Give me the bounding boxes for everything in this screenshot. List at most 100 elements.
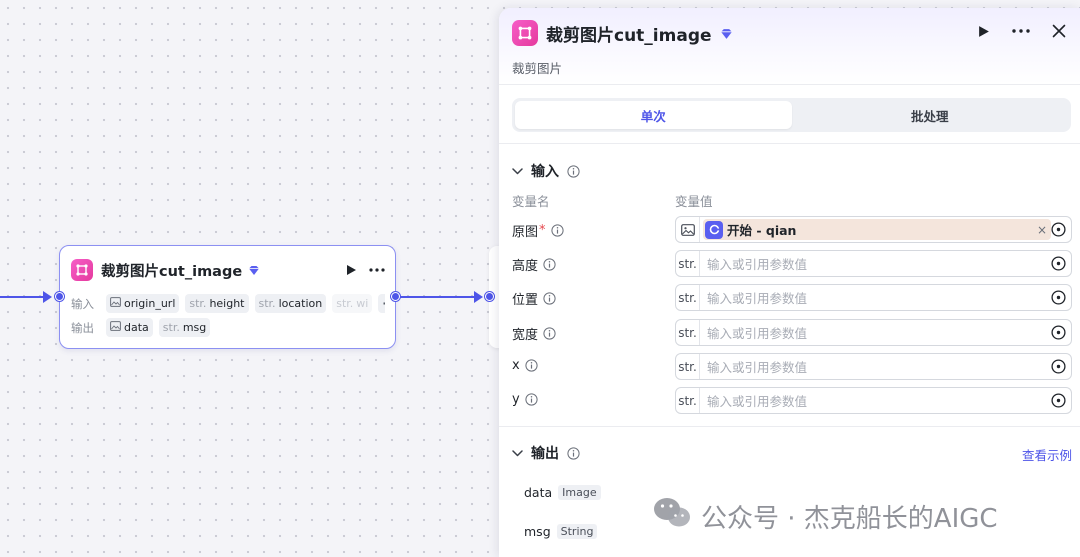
cut-image-node[interactable]: 裁剪图片cut_image 输入 origin_url str. height s…: [59, 245, 396, 349]
panel-actions: [978, 24, 1066, 38]
info-icon[interactable]: [525, 359, 538, 372]
run-icon[interactable]: [978, 25, 990, 38]
var-label-width: 宽度: [512, 324, 556, 343]
output-name: msg: [524, 524, 551, 539]
node-header: 裁剪图片cut_image: [71, 257, 385, 283]
node-input-port[interactable]: [55, 292, 64, 301]
var-label-y: y: [512, 392, 538, 407]
output-row-data: data Image: [524, 485, 601, 500]
edge-in: [0, 296, 44, 298]
info-icon[interactable]: [550, 224, 564, 237]
info-icon[interactable]: [567, 164, 580, 178]
input-section-header[interactable]: 输入: [512, 161, 580, 181]
output-type-badge: String: [556, 524, 598, 539]
run-mode-tabs: 单次 批处理: [512, 98, 1071, 132]
section-divider: [499, 143, 1080, 144]
output-row-msg: msg String: [524, 524, 598, 539]
var-label-location: 位置: [512, 289, 556, 308]
variable-reference-icon[interactable]: [1051, 359, 1066, 374]
info-icon[interactable]: [567, 446, 580, 460]
x-input[interactable]: 输入或引用参数值: [707, 357, 1051, 376]
node-input-chip: str. height: [185, 294, 249, 313]
location-field[interactable]: str. 输入或引用参数值: [675, 284, 1072, 311]
width-input[interactable]: 输入或引用参数值: [707, 323, 1051, 342]
info-icon[interactable]: [525, 393, 538, 406]
node-actions: [346, 264, 385, 276]
type-str: str.: [676, 354, 700, 379]
panel-title-wrap: 裁剪图片cut_image: [546, 21, 733, 46]
chevron-down-icon: [512, 167, 523, 175]
node-input-chip: str. wi: [332, 294, 373, 313]
view-example-link[interactable]: 查看示例: [1022, 445, 1072, 464]
output-name: data: [524, 485, 553, 500]
var-label-height: 高度: [512, 255, 556, 274]
variable-reference-icon[interactable]: [1051, 325, 1066, 340]
output-section-header[interactable]: 输出: [512, 443, 580, 463]
width-field[interactable]: str. 输入或引用参数值: [675, 319, 1072, 346]
reference-pill[interactable]: 开始 - qian ×: [703, 219, 1051, 240]
node-outputs-label: 输出: [71, 320, 94, 335]
location-input[interactable]: 输入或引用参数值: [707, 288, 1051, 307]
variable-reference-icon[interactable]: [1051, 393, 1066, 408]
info-icon[interactable]: [543, 327, 556, 340]
info-icon[interactable]: [543, 258, 556, 271]
node-config-panel: 裁剪图片cut_image 裁剪图片 单次 批处理 输入 变量名 变量值 原图 …: [499, 8, 1080, 557]
variable-reference-icon[interactable]: [1051, 256, 1066, 271]
image-icon: [676, 217, 700, 242]
panel-title: 裁剪图片cut_image: [546, 26, 712, 46]
x-field[interactable]: str. 输入或引用参数值: [675, 353, 1072, 380]
type-str: str.: [676, 320, 700, 345]
panel-app-icon: [512, 20, 538, 46]
edge-out: [400, 296, 478, 298]
edge-in-arrow: [43, 291, 52, 303]
info-icon[interactable]: [543, 292, 556, 305]
clear-reference-icon[interactable]: ×: [1037, 223, 1047, 237]
node-output-chip: data: [106, 318, 153, 337]
more-icon[interactable]: [1012, 29, 1030, 33]
y-field[interactable]: str. 输入或引用参数值: [675, 387, 1072, 414]
type-str: str.: [676, 251, 700, 276]
watermark-text: 公众号 · 杰克船长的AIGC: [701, 504, 998, 534]
panel-header: 裁剪图片cut_image 裁剪图片: [499, 8, 1080, 85]
node-inputs-row: 输入 origin_url str. height str. location st…: [71, 294, 385, 313]
column-variable-name: 变量名: [512, 194, 550, 209]
node-run-icon[interactable]: [346, 264, 357, 276]
node-inputs-more-button[interactable]: ···: [378, 294, 385, 313]
output-section-title: 输出: [531, 446, 559, 462]
node-title: 裁剪图片cut_image: [101, 263, 243, 280]
watermark: 公众号 · 杰克船长的AIGC: [652, 496, 998, 537]
premium-gem-icon: [720, 28, 733, 40]
input-section-title: 输入: [531, 164, 559, 180]
column-variable-value: 变量值: [675, 194, 713, 209]
premium-gem-icon: [248, 265, 260, 276]
chevron-down-icon: [512, 449, 523, 457]
reference-text: 开始 - qian: [727, 223, 797, 238]
edge-out-arrow: [474, 291, 483, 303]
height-input[interactable]: 输入或引用参数值: [707, 254, 1051, 273]
height-field[interactable]: str. 输入或引用参数值: [675, 250, 1072, 277]
y-input[interactable]: 输入或引用参数值: [707, 391, 1051, 410]
tab-batch[interactable]: 批处理: [792, 101, 1069, 129]
panel-subtitle: 裁剪图片: [512, 61, 563, 76]
section-divider: [499, 426, 1080, 427]
tab-single[interactable]: 单次: [515, 101, 792, 129]
node-inputs-label: 输入: [71, 296, 94, 311]
node-more-icon[interactable]: [369, 268, 385, 272]
variable-reference-icon[interactable]: [1051, 290, 1066, 305]
node-output-port[interactable]: [391, 292, 400, 301]
image-icon: [110, 297, 121, 310]
next-node-input-port[interactable]: [485, 292, 494, 301]
origin-image-field[interactable]: 开始 - qian ×: [675, 216, 1072, 243]
var-label-origin: 原图 *: [512, 221, 564, 240]
node-input-chip: str. location: [254, 294, 327, 313]
variable-reference-icon[interactable]: [1051, 222, 1066, 237]
start-node-icon: [705, 220, 723, 239]
wechat-icon: [652, 496, 692, 537]
node-app-icon: [71, 259, 93, 281]
close-icon[interactable]: [1052, 24, 1066, 38]
workflow-canvas[interactable]: 裁剪图片cut_image 输入 origin_url str. height s…: [0, 0, 509, 557]
node-input-chip: origin_url: [106, 294, 180, 313]
output-type-badge: Image: [558, 485, 601, 500]
type-str: str.: [676, 285, 700, 310]
type-str: str.: [676, 388, 700, 413]
